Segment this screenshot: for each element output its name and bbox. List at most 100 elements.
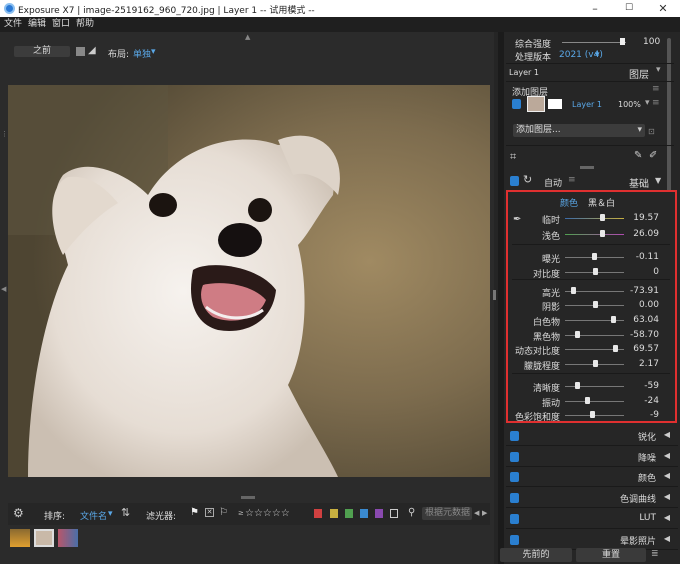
slider-track[interactable] [565, 386, 624, 387]
slider-knob[interactable] [591, 253, 597, 260]
rating-operator-icon[interactable]: ≥ [238, 509, 244, 517]
slider-knob[interactable] [600, 230, 606, 237]
expand-icon[interactable]: ◀ [664, 471, 670, 480]
sort-chevron-icon[interactable]: ▾ [108, 509, 113, 519]
metadata-search-input[interactable]: 根据元数据 [422, 507, 472, 520]
slider-knob[interactable] [589, 411, 595, 418]
layers-menu-icon[interactable]: ≡ [652, 84, 660, 94]
layers-collapse-icon[interactable]: ▾ [656, 65, 661, 75]
scroll-left-icon[interactable]: ◀ [474, 509, 479, 517]
add-layer-dropdown[interactable]: 添加图层... ▾ [513, 124, 645, 137]
panel-toggle[interactable] [510, 452, 519, 462]
flag-unflagged-icon[interactable]: ⚐ [219, 507, 228, 518]
color-label-red[interactable] [314, 509, 322, 518]
layer-thumbnail[interactable] [527, 96, 545, 112]
preview-image[interactable] [8, 85, 490, 477]
color-label-yellow[interactable] [330, 509, 338, 518]
panel-header[interactable]: 颜色 ◀ [506, 467, 678, 487]
crop-icon[interactable]: ⌗ [510, 150, 516, 164]
menu-edit[interactable]: 编辑 [28, 17, 46, 32]
flag-pick-icon[interactable]: ⚑ [190, 507, 199, 518]
reset-rotate-icon[interactable]: ↻ [523, 173, 532, 186]
tab-color[interactable]: 颜色 [560, 196, 578, 209]
expand-icon[interactable]: ◀ [664, 492, 670, 501]
panel-resize-handle[interactable] [580, 166, 594, 169]
process-version-chevron-icon[interactable]: ▾ [595, 50, 600, 60]
expand-icon[interactable]: ◀ [664, 513, 670, 522]
panel-toggle[interactable] [510, 493, 519, 503]
slider-knob[interactable] [574, 382, 580, 389]
slider-track[interactable] [565, 335, 624, 336]
menu-help[interactable]: 帮助 [76, 17, 94, 32]
collapse-left-icon[interactable]: ◀ [1, 285, 6, 293]
previous-button[interactable]: 先前的 [500, 548, 572, 562]
footer-menu-icon[interactable]: ≣ [651, 549, 659, 559]
layer-mask-thumbnail[interactable] [548, 99, 562, 109]
panel-header[interactable]: LUT ◀ [506, 509, 678, 529]
panel-toggle[interactable] [510, 472, 519, 482]
layer-blend-icon[interactable]: ▾ [645, 98, 650, 108]
slider-knob[interactable] [574, 331, 580, 338]
collapse-top-icon[interactable]: ▲ [245, 33, 250, 41]
slider-knob[interactable] [599, 214, 605, 221]
pencil-icon[interactable]: ✎ [634, 150, 642, 161]
panel-toggle[interactable] [510, 535, 519, 545]
auto-button[interactable]: 自动 [544, 176, 562, 189]
layer-drag-handle-icon[interactable]: ≡ [652, 98, 660, 108]
color-label-green[interactable] [345, 509, 353, 518]
close-button[interactable]: ✕ [646, 0, 680, 17]
panel-toggle[interactable] [510, 514, 519, 524]
panel-header[interactable]: 降噪 ◀ [506, 447, 678, 467]
menu-file[interactable]: 文件 [4, 17, 22, 32]
expand-icon[interactable]: ◀ [664, 534, 670, 543]
star-rating-filter[interactable]: ☆☆☆☆☆ [245, 508, 290, 519]
slider-knob[interactable] [592, 301, 598, 308]
sort-direction-icon[interactable]: ⇅ [121, 506, 130, 519]
slider-knob[interactable] [585, 397, 591, 404]
panel-header[interactable]: 锐化 ◀ [506, 426, 678, 446]
filmstrip-thumbnail[interactable] [58, 529, 78, 547]
filmstrip-resize-handle[interactable] [241, 496, 255, 499]
search-icon[interactable]: ⚲ [408, 507, 415, 518]
slider-track[interactable] [565, 401, 624, 402]
color-label-none[interactable] [390, 509, 398, 518]
tab-black-white[interactable]: 黑＆白 [588, 196, 615, 209]
slider-knob[interactable] [612, 345, 618, 352]
panel-toggle[interactable] [510, 431, 519, 441]
basic-toggle[interactable] [510, 176, 519, 186]
basic-collapse-icon[interactable]: ▼ [655, 176, 661, 185]
split-view-icon[interactable] [76, 47, 85, 56]
auto-menu-icon[interactable]: ≡ [568, 175, 576, 185]
scroll-right-icon[interactable]: ▶ [482, 509, 487, 517]
color-label-blue[interactable] [360, 509, 368, 518]
layout-dropdown-chevron-icon[interactable]: ▾ [151, 47, 156, 57]
blend-strength-slider[interactable] [562, 42, 626, 43]
slider-knob[interactable] [570, 287, 576, 294]
brush-icon[interactable]: ✐ [649, 150, 657, 161]
layer-item-name[interactable]: Layer 1 [572, 100, 602, 109]
slider-knob[interactable] [592, 268, 598, 275]
menu-window[interactable]: 窗口 [52, 17, 70, 32]
layout-dropdown[interactable]: 单独 [133, 47, 151, 60]
layer-visibility-toggle[interactable] [512, 99, 521, 109]
filmstrip-thumbnail-selected[interactable] [34, 529, 54, 547]
slider-track[interactable] [565, 234, 624, 235]
compare-icon[interactable]: ◢ [88, 45, 96, 56]
slider-knob[interactable] [610, 316, 616, 323]
panel-header[interactable]: 色调曲线 ◀ [506, 488, 678, 508]
slider-track[interactable] [565, 218, 624, 219]
layer-options-icon[interactable]: ⊡ [648, 127, 655, 136]
expand-icon[interactable]: ◀ [664, 451, 670, 460]
flag-reject-icon[interactable]: ✕ [205, 508, 214, 517]
before-button[interactable]: 之前 [14, 46, 70, 57]
left-dock-handle-icon[interactable]: ⋮ [1, 130, 8, 138]
reset-button[interactable]: 重置 [576, 548, 646, 562]
color-label-purple[interactable] [375, 509, 383, 518]
minimize-button[interactable]: – [578, 0, 612, 17]
maximize-button[interactable]: ☐ [612, 0, 646, 17]
panel-header[interactable]: 晕影照片 ◀ [506, 530, 678, 550]
sort-dropdown[interactable]: 文件名 [80, 509, 107, 522]
slider-knob[interactable] [593, 360, 599, 367]
right-pane-resize-handle[interactable] [493, 290, 496, 300]
right-pane-scrollbar[interactable] [498, 32, 504, 564]
